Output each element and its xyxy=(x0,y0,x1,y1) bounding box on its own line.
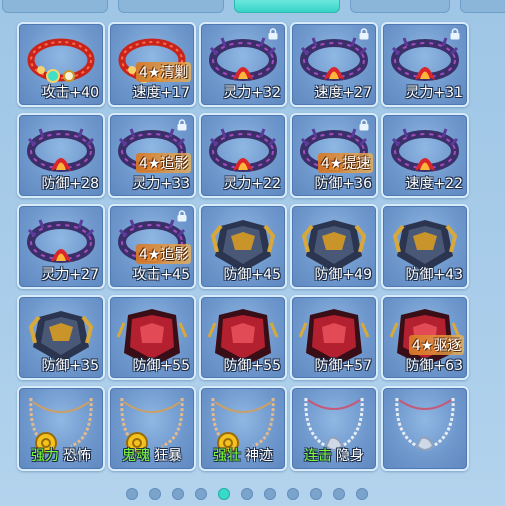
inventory-slot[interactable]: 防御+43 xyxy=(381,204,469,289)
lock-icon xyxy=(177,210,187,222)
inventory-slot[interactable]: 防御+45 xyxy=(199,204,287,289)
item-stat: 防御+57 xyxy=(314,358,372,374)
page-dot[interactable] xyxy=(149,488,161,500)
item-skill-tags: 强力 恐怖 xyxy=(19,445,103,465)
inventory-slot[interactable]: 防御+57 xyxy=(290,295,378,380)
set-bonus-badge: 4★追影 xyxy=(136,244,192,264)
page-dot[interactable] xyxy=(195,488,207,500)
item-skill-tags: 连击 隐身 xyxy=(292,445,376,465)
item-stat: 防御+55 xyxy=(132,358,190,374)
page-dot[interactable] xyxy=(287,488,299,500)
item-stat: 防御+43 xyxy=(405,267,463,283)
inventory-slot[interactable]: 防御+28 xyxy=(17,113,105,198)
page-dot[interactable] xyxy=(310,488,322,500)
page-dot[interactable] xyxy=(172,488,184,500)
item-stat: 速度+17 xyxy=(132,85,190,101)
item-skill-tags: 鬼魂 狂暴 xyxy=(110,445,194,465)
item-stat: 灵力+22 xyxy=(223,176,281,192)
item-stat: 防御+28 xyxy=(41,176,99,192)
effect-tag: 神迹 xyxy=(245,448,273,464)
inventory-slot[interactable]: 攻击+40 xyxy=(17,22,105,107)
inventory-slot[interactable]: 防御+55 xyxy=(108,295,196,380)
tab-5[interactable] xyxy=(460,0,505,13)
item-stat: 攻击+40 xyxy=(41,85,99,101)
inventory-slot[interactable]: 灵力+31 xyxy=(381,22,469,107)
item-stat: 防御+63 xyxy=(405,358,463,374)
item-stat: 攻击+45 xyxy=(132,267,190,283)
tab-1[interactable] xyxy=(2,0,108,13)
inventory-slot[interactable]: 灵力+22 xyxy=(199,113,287,198)
lock-icon xyxy=(268,28,278,40)
set-bonus-badge: 4★提速 xyxy=(318,153,374,173)
page-dot[interactable] xyxy=(241,488,253,500)
lock-icon xyxy=(177,119,187,131)
item-stat: 防御+45 xyxy=(223,267,281,283)
necklace-silver-icon xyxy=(395,397,455,451)
set-bonus-badge: 4★追影 xyxy=(136,153,192,173)
page-dot[interactable] xyxy=(126,488,138,500)
item-stat: 灵力+32 xyxy=(223,85,281,101)
special-skill-tag: 强壮 xyxy=(213,448,241,464)
inventory-slot[interactable]: 防御+35 xyxy=(17,295,105,380)
inventory-slot[interactable]: 速度+27 xyxy=(290,22,378,107)
inventory-slot[interactable]: 4★清剿速度+17 xyxy=(108,22,196,107)
page-dot[interactable] xyxy=(333,488,345,500)
item-stat: 灵力+33 xyxy=(132,176,190,192)
special-skill-tag: 强力 xyxy=(31,448,59,464)
page-indicator xyxy=(0,486,505,502)
item-stat: 速度+27 xyxy=(314,85,372,101)
tab-4[interactable] xyxy=(350,0,450,13)
inventory-slot[interactable]: 4★提速防御+36 xyxy=(290,113,378,198)
item-stat: 灵力+31 xyxy=(405,85,463,101)
item-stat: 防御+36 xyxy=(314,176,372,192)
inventory-slot[interactable]: 鬼魂 狂暴 xyxy=(108,386,196,471)
inventory-slot[interactable]: 强力 恐怖 xyxy=(17,386,105,471)
inventory-slot[interactable]: 强壮 神迹 xyxy=(199,386,287,471)
page-dot-active[interactable] xyxy=(218,488,230,500)
effect-tag: 隐身 xyxy=(336,448,364,464)
item-skill-tags: 强壮 神迹 xyxy=(201,445,285,465)
page-dot[interactable] xyxy=(264,488,276,500)
top-tab-bar xyxy=(0,0,505,14)
lock-icon xyxy=(450,28,460,40)
item-stat: 灵力+27 xyxy=(41,267,99,283)
inventory-slot[interactable]: 速度+22 xyxy=(381,113,469,198)
inventory-slot[interactable]: 灵力+27 xyxy=(17,204,105,289)
item-stat: 防御+55 xyxy=(223,358,281,374)
lock-icon xyxy=(359,119,369,131)
inventory-slot[interactable]: 防御+55 xyxy=(199,295,287,380)
inventory-slot[interactable]: 灵力+32 xyxy=(199,22,287,107)
lock-icon xyxy=(359,28,369,40)
item-stat: 防御+49 xyxy=(314,267,372,283)
inventory-slot[interactable]: 4★追影灵力+33 xyxy=(108,113,196,198)
inventory-slot[interactable]: 4★驱逐防御+63 xyxy=(381,295,469,380)
inventory-slot[interactable]: 连击 隐身 xyxy=(290,386,378,471)
tab-3-active[interactable] xyxy=(234,0,340,13)
tab-2[interactable] xyxy=(118,0,224,13)
special-skill-tag: 鬼魂 xyxy=(122,448,150,464)
set-bonus-badge: 4★驱逐 xyxy=(409,335,465,355)
special-skill-tag: 连击 xyxy=(304,448,332,464)
inventory-slot[interactable] xyxy=(381,386,469,471)
page-dot[interactable] xyxy=(356,488,368,500)
item-stat: 防御+35 xyxy=(41,358,99,374)
effect-tag: 恐怖 xyxy=(63,448,91,464)
inventory-slot[interactable]: 防御+49 xyxy=(290,204,378,289)
effect-tag: 狂暴 xyxy=(154,448,182,464)
set-bonus-badge: 4★清剿 xyxy=(136,62,192,82)
item-stat: 速度+22 xyxy=(405,176,463,192)
inventory-slot[interactable]: 4★追影攻击+45 xyxy=(108,204,196,289)
